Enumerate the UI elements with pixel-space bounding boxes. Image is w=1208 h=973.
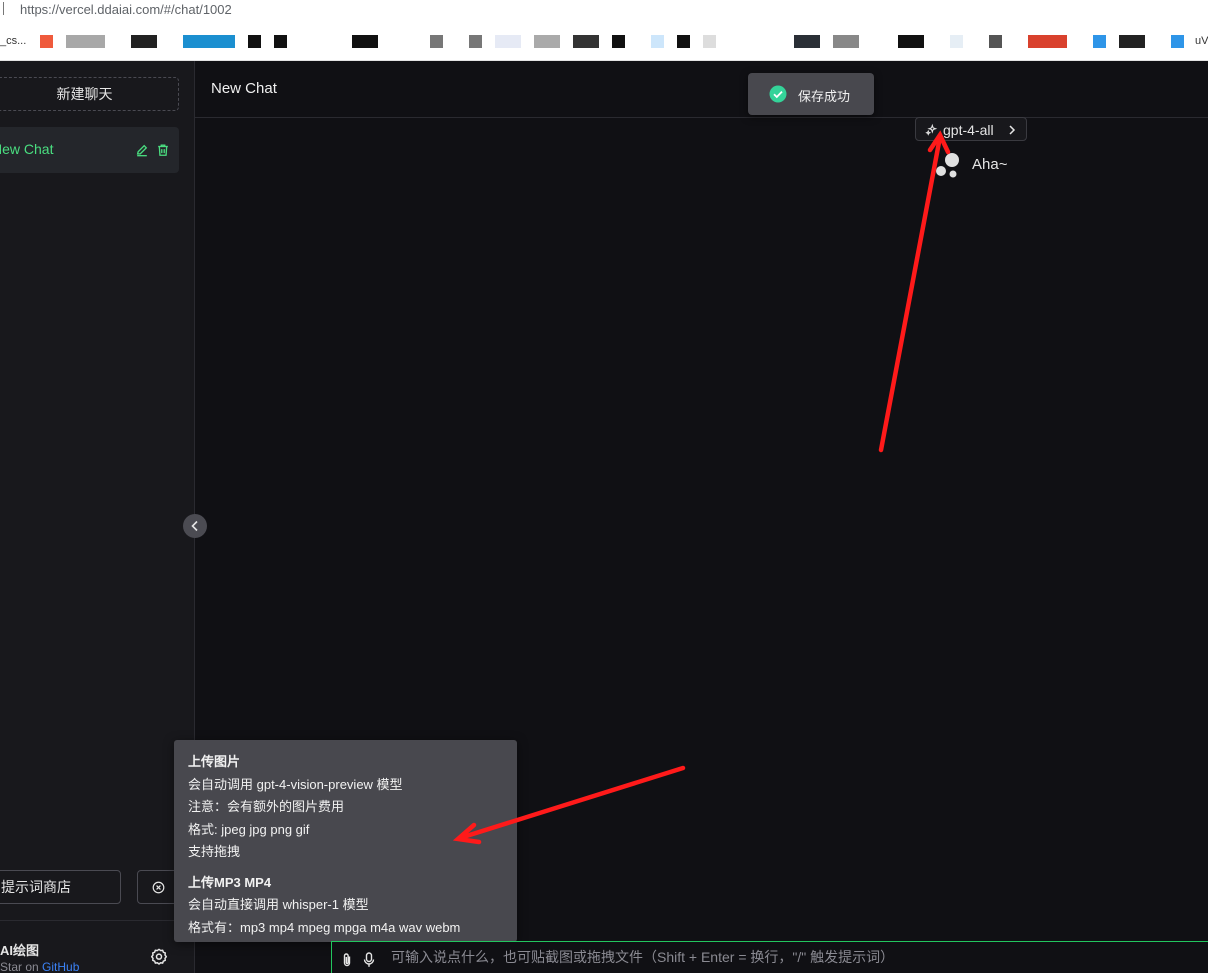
bookmark-favicon-icon[interactable] xyxy=(573,35,599,48)
new-chat-button[interactable]: 新建聊天 xyxy=(0,77,179,111)
page-title: New Chat xyxy=(211,80,277,97)
success-toast: 保存成功 xyxy=(748,73,874,115)
bookmark-favicon-icon[interactable] xyxy=(612,35,625,48)
bookmark-favicon-icon[interactable] xyxy=(40,35,53,48)
tooltip-line: 注意：会有额外的图片费用 xyxy=(188,799,345,814)
paperclip-icon[interactable] xyxy=(340,952,354,968)
star-on-github: Star on GitHub xyxy=(0,960,79,973)
bookmark-favicon-icon[interactable] xyxy=(1119,35,1145,48)
bookmark-favicon-icon[interactable] xyxy=(352,35,378,48)
tooltip-heading-image: 上传图片 xyxy=(188,754,241,769)
tooltip-line: 会自动调用 gpt-4-vision-preview 模型 xyxy=(188,776,403,792)
address-bar[interactable]: https://vercel.ddaiai.com/#/chat/1002 xyxy=(0,0,1208,23)
bookmark-favicon-icon[interactable] xyxy=(1171,35,1184,48)
chat-input-bar xyxy=(331,941,1208,973)
bookmark-favicon-icon[interactable] xyxy=(495,35,521,48)
bookmark-favicon-icon[interactable] xyxy=(274,35,287,48)
bookmark-favicon-icon[interactable] xyxy=(677,35,690,48)
collapse-sidebar-button[interactable] xyxy=(183,514,207,538)
bookmark-favicon-icon[interactable] xyxy=(66,35,105,48)
sidebar-divider xyxy=(0,920,194,921)
bookmark-favicon-icon[interactable] xyxy=(430,35,443,48)
tooltip-gap xyxy=(188,864,503,872)
bookmark-item[interactable]: uV xyxy=(1195,35,1208,47)
prompt-store-button[interactable]: 提示词商店 xyxy=(0,870,121,904)
model-name: gpt-4-all xyxy=(943,122,994,138)
trash-icon[interactable] xyxy=(156,143,170,157)
bookmark-favicon-icon[interactable] xyxy=(833,35,859,48)
gear-icon[interactable] xyxy=(149,947,169,967)
chat-item-title: New Chat xyxy=(0,141,54,157)
bookmark-favicon-icon[interactable] xyxy=(1028,35,1067,48)
bookmark-favicon-icon[interactable] xyxy=(651,35,664,48)
bookmark-favicon-icon[interactable] xyxy=(898,35,924,48)
bookmark-favicon-icon[interactable] xyxy=(183,35,235,48)
bookmark-favicon-icon[interactable] xyxy=(1093,35,1106,48)
toast-message: 保存成功 xyxy=(798,89,851,104)
check-circle-icon xyxy=(769,85,787,103)
bookmarks-bar: _cs... uV xyxy=(0,23,1208,61)
chevron-right-icon xyxy=(1009,125,1016,135)
bookmark-favicon-icon[interactable] xyxy=(794,35,820,48)
upload-tooltip: 上传图片 会自动调用 gpt-4-vision-preview 模型 注意：会有… xyxy=(174,740,517,942)
microphone-icon[interactable] xyxy=(362,952,376,968)
model-selector[interactable]: gpt-4-all xyxy=(915,117,1027,141)
chevron-left-icon xyxy=(191,520,198,532)
bookmark-favicon-icon[interactable] xyxy=(534,35,560,48)
assistant-avatar xyxy=(936,153,959,178)
url-text[interactable]: https://vercel.ddaiai.com/#/chat/1002 xyxy=(20,2,232,17)
bookmark-favicon-icon[interactable] xyxy=(989,35,1002,48)
app-name: AI绘图 xyxy=(0,943,40,958)
tooltip-line: 格式: jpeg jpg png gif xyxy=(188,821,310,837)
tooltip-line: 支持拖拽 xyxy=(188,844,241,859)
tooltip-line: 格式有：mp3 mp4 mpeg mpga m4a wav webm xyxy=(188,919,461,935)
bookmark-item[interactable]: _cs... xyxy=(0,35,26,47)
star-prefix: Star on xyxy=(0,960,43,973)
sparkles-icon xyxy=(925,123,938,136)
annotation-arrow-model xyxy=(878,130,951,453)
close-circle-icon xyxy=(152,881,165,894)
chat-list-item[interactable]: New Chat xyxy=(0,127,179,173)
github-link[interactable]: GitHub xyxy=(42,960,79,973)
bookmark-favicon-icon[interactable] xyxy=(469,35,482,48)
tooltip-line: 会自动直接调用 whisper-1 模型 xyxy=(188,897,369,912)
clear-chats-button[interactable] xyxy=(137,870,179,904)
sidebar: 新建聊天 New Chat 提示词商店 AI绘图 Star on xyxy=(0,61,195,973)
bookmark-favicon-icon[interactable] xyxy=(131,35,157,48)
message-input[interactable] xyxy=(391,942,1201,972)
tooltip-heading-audio: 上传MP3 MP4 xyxy=(188,874,272,890)
assistant-message: Aha~ xyxy=(972,156,1008,173)
tab-edge xyxy=(0,2,4,15)
bookmark-favicon-icon[interactable] xyxy=(950,35,963,48)
bookmark-favicon-icon[interactable] xyxy=(248,35,261,48)
bookmark-favicon-icon[interactable] xyxy=(703,35,716,48)
app-window: https://vercel.ddaiai.com/#/chat/1002 _c… xyxy=(0,0,1208,973)
edit-icon[interactable] xyxy=(135,143,149,157)
chat-header: New Chat xyxy=(195,61,1208,118)
